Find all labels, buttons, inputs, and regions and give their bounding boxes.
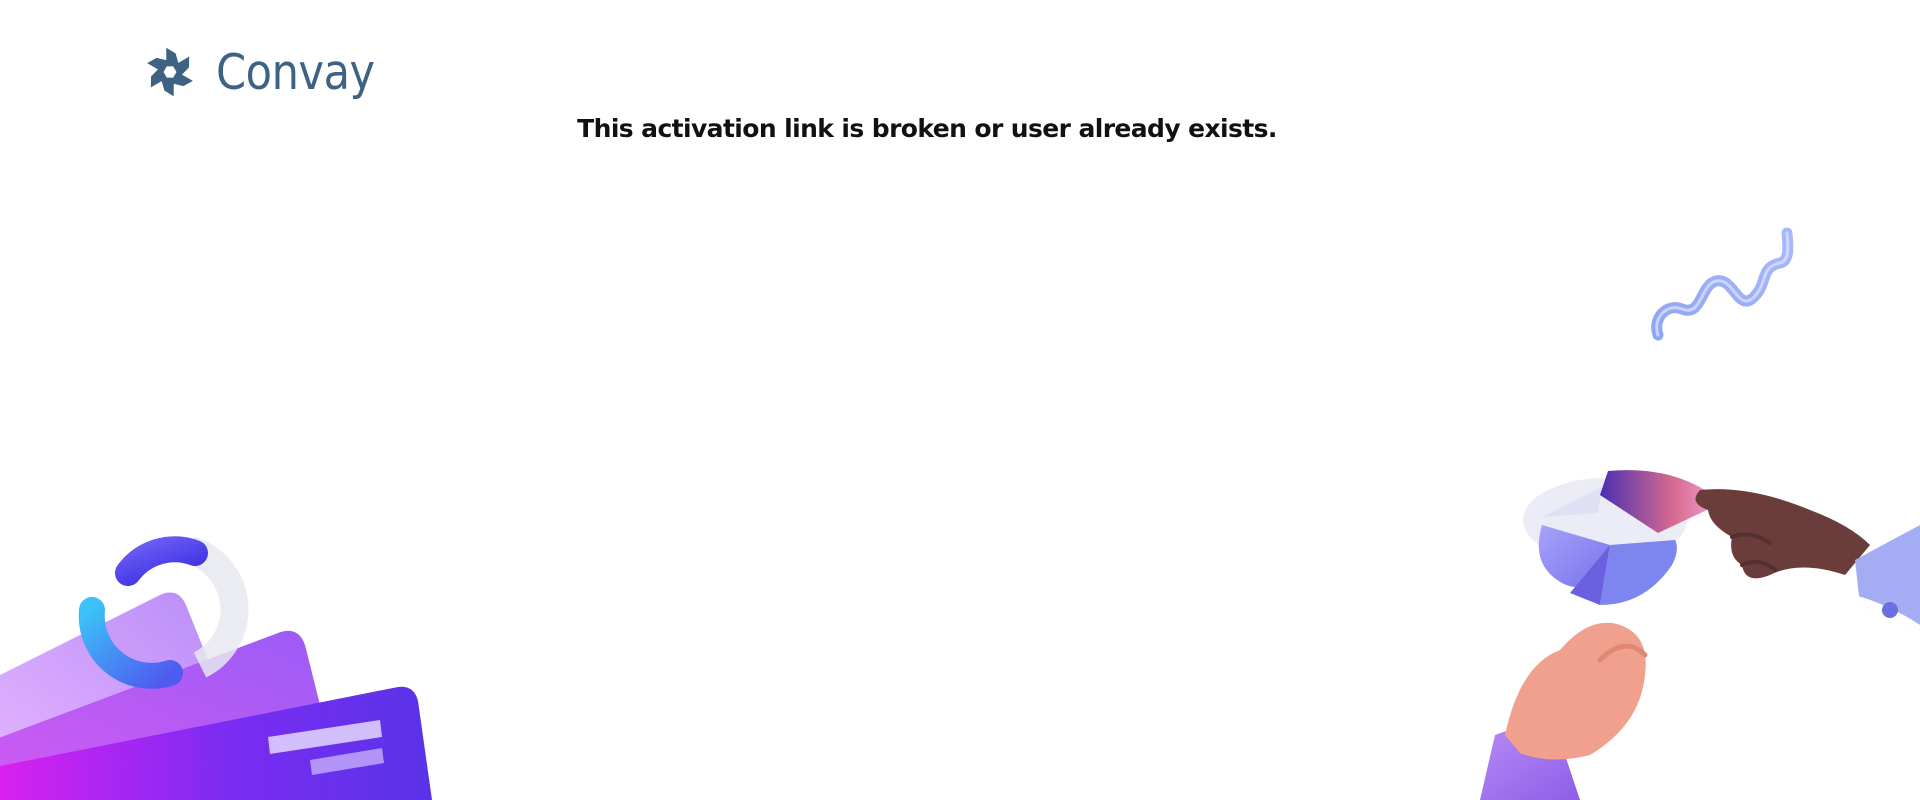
brand-name: Convay xyxy=(216,43,375,101)
activation-error-page: Convay This activation link is broken or… xyxy=(0,0,1920,800)
brand-logo-link[interactable]: Convay xyxy=(142,44,396,100)
activation-error-message: This activation link is broken or user a… xyxy=(577,114,1277,143)
squiggle-illustration xyxy=(1651,227,1794,341)
snowflake-logo-icon xyxy=(147,47,193,97)
hands-pie-chart-illustration xyxy=(1480,470,1920,800)
credit-cards-donut-illustration xyxy=(0,536,432,800)
